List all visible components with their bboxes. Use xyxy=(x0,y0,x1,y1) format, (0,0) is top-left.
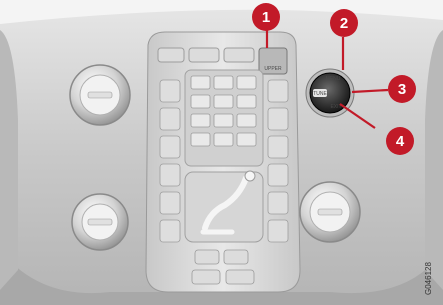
airflow-seat-figure xyxy=(184,170,264,243)
callout-4: 4 xyxy=(386,127,414,155)
upper-button-text: UPPER xyxy=(264,66,282,72)
left-upper-knob xyxy=(69,64,131,126)
center-console-photo: UPPER MENU TUNE EXIT 1 2 3 4 G046128 xyxy=(0,0,443,305)
left-lower-knob xyxy=(71,193,129,251)
callout-4-label: 4 xyxy=(396,133,405,150)
callout-3: 3 xyxy=(388,75,416,103)
callout-2-label: 2 xyxy=(340,15,348,32)
image-code: G046128 xyxy=(424,262,433,295)
keypad xyxy=(184,69,264,167)
callout-3-label: 3 xyxy=(398,81,406,98)
callout-1-label: 1 xyxy=(262,9,270,26)
knob-left-text: TUNE xyxy=(313,91,327,97)
knob-upper-text: MENU xyxy=(326,76,341,82)
callout-1: 1 xyxy=(252,3,280,31)
callout-2: 2 xyxy=(330,9,358,37)
right-lower-knob xyxy=(299,181,361,243)
